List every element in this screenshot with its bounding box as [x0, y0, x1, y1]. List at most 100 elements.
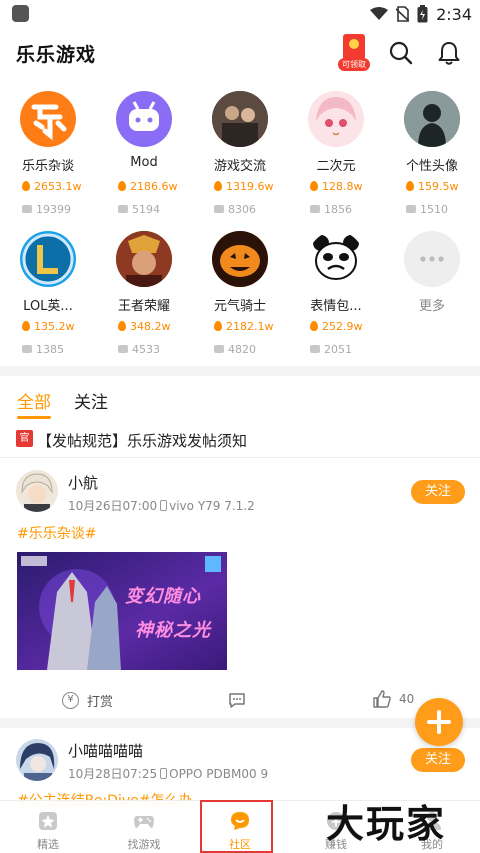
more-icon	[404, 231, 460, 287]
active-tab-indicator	[17, 416, 51, 419]
category-item[interactable]: 乐乐杂谈 2653.1w 19399	[0, 88, 96, 223]
rule-notice[interactable]: 官 【发帖规范】乐乐游戏发帖须知	[0, 422, 480, 458]
category-item[interactable]: 表情包... 252.9w 2051	[288, 228, 384, 363]
post-image[interactable]: 变幻随心 神秘之光	[17, 552, 227, 670]
post-time: 10月26日07:00	[68, 499, 158, 513]
category-item[interactable]: Mod 2186.6w 5194	[96, 88, 192, 223]
red-packet-label: 可领取	[338, 58, 370, 71]
category-avatar	[404, 91, 460, 147]
gamepad-icon	[134, 816, 154, 828]
ellipsis-icon	[420, 256, 444, 262]
category-heat: 128.8w	[310, 180, 363, 193]
photo-avatar	[212, 91, 268, 147]
category-posts: 5194	[118, 203, 160, 216]
topic-tag[interactable]: #乐乐杂谈#	[17, 523, 96, 543]
reward-button[interactable]: ¥ 打赏	[62, 691, 113, 710]
red-packet-button[interactable]: 可领取	[338, 34, 370, 72]
avatar[interactable]	[16, 470, 58, 512]
like-count: 40	[399, 692, 415, 706]
image-caption-line2: 神秘之光	[135, 620, 211, 641]
create-post-button[interactable]	[415, 698, 463, 746]
post-meta: 10月26日07:00 vivo Y79 7.1.2	[68, 497, 255, 514]
hero-avatar	[116, 231, 172, 287]
category-name: 二次元	[316, 159, 356, 174]
lol-logo-icon	[22, 233, 74, 285]
category-posts: 2051	[310, 343, 352, 356]
message-icon	[406, 205, 416, 213]
no-sim-icon	[396, 6, 410, 22]
category-posts: 1856	[310, 203, 352, 216]
category-heat: 2186.6w	[118, 180, 178, 193]
nav-featured[interactable]: 精选	[0, 801, 96, 853]
category-item[interactable]: 个性头像 159.5w 1510	[384, 88, 480, 223]
category-more[interactable]: 更多	[384, 228, 480, 363]
phone-icon	[160, 500, 168, 511]
fire-icon	[214, 181, 222, 191]
comment-icon[interactable]	[228, 691, 246, 709]
message-icon	[310, 205, 320, 213]
pumpkin-avatar	[212, 231, 268, 287]
fire-icon	[406, 181, 414, 191]
category-name: 个性头像	[405, 159, 458, 174]
category-item[interactable]: LOL英... 135.2w 1385	[0, 228, 96, 363]
category-name: Mod	[130, 155, 158, 170]
author-name[interactable]: 小航	[68, 472, 98, 493]
category-heat: 252.9w	[310, 320, 363, 333]
anime-girl-avatar	[308, 91, 364, 147]
category-item[interactable]: 游戏交流 1319.6w 8306	[192, 88, 288, 223]
watermark: 大玩家	[326, 802, 447, 846]
category-heat: 2653.1w	[22, 180, 82, 193]
fire-icon	[22, 321, 30, 331]
follow-button[interactable]: 关注	[411, 748, 465, 772]
category-name: 游戏交流	[213, 159, 266, 174]
post-time: 10月28日07:25	[68, 767, 158, 781]
category-avatar	[116, 231, 172, 287]
category-posts: 4533	[118, 343, 160, 356]
tab-follow[interactable]: 关注	[74, 388, 108, 413]
feed-tabs: 全部 关注	[0, 376, 480, 420]
tab-all[interactable]: 全部	[17, 388, 51, 413]
avatar[interactable]	[16, 739, 58, 781]
coin-icon	[349, 39, 359, 49]
category-item[interactable]: 元气骑士 2182.1w 4820	[192, 228, 288, 363]
category-avatar	[116, 91, 172, 147]
category-heat: 2182.1w	[214, 320, 274, 333]
fire-icon	[310, 181, 318, 191]
page-title: 乐乐游戏	[16, 44, 97, 66]
wifi-icon	[370, 7, 389, 20]
message-icon	[214, 345, 224, 353]
follow-button[interactable]: 关注	[411, 480, 465, 504]
star-icon	[39, 812, 57, 830]
status-bar: 2:34	[0, 0, 480, 28]
category-item[interactable]: 王者荣耀 348.2w 4533	[96, 228, 192, 363]
category-name: 更多	[418, 299, 445, 314]
category-posts: 1510	[406, 203, 448, 216]
post-device: OPPO PDBM00 9	[169, 767, 269, 781]
fire-icon	[22, 181, 30, 191]
yen-icon: ¥	[62, 692, 79, 709]
post-device: vivo Y79 7.1.2	[169, 499, 255, 513]
user-avatar-image	[16, 739, 58, 781]
nav-find-games[interactable]: 找游戏	[96, 801, 192, 853]
category-item[interactable]: 二次元 128.8w 1856	[288, 88, 384, 223]
thumbs-up-icon	[373, 690, 391, 708]
highlight-annotation	[200, 800, 273, 853]
category-avatar	[308, 91, 364, 147]
panda-meme-avatar	[308, 231, 364, 287]
section-divider	[0, 366, 480, 376]
category-heat: 348.2w	[118, 320, 171, 333]
category-avatar	[212, 231, 268, 287]
image-caption-line1: 变幻随心	[125, 586, 201, 607]
post-actions: ¥ 打赏 40	[0, 688, 480, 714]
category-name: 乐乐杂谈	[21, 159, 74, 174]
category-name: 表情包...	[310, 299, 362, 314]
category-avatar	[212, 91, 268, 147]
section-divider	[0, 718, 480, 728]
search-icon[interactable]	[388, 40, 414, 66]
fire-icon	[118, 321, 126, 331]
gamepad-icon	[129, 101, 159, 131]
like-button[interactable]: 40	[373, 690, 414, 708]
author-name[interactable]: 小喵喵喵喵	[68, 740, 143, 761]
bell-icon[interactable]	[436, 40, 462, 66]
category-name: LOL英...	[23, 299, 73, 314]
